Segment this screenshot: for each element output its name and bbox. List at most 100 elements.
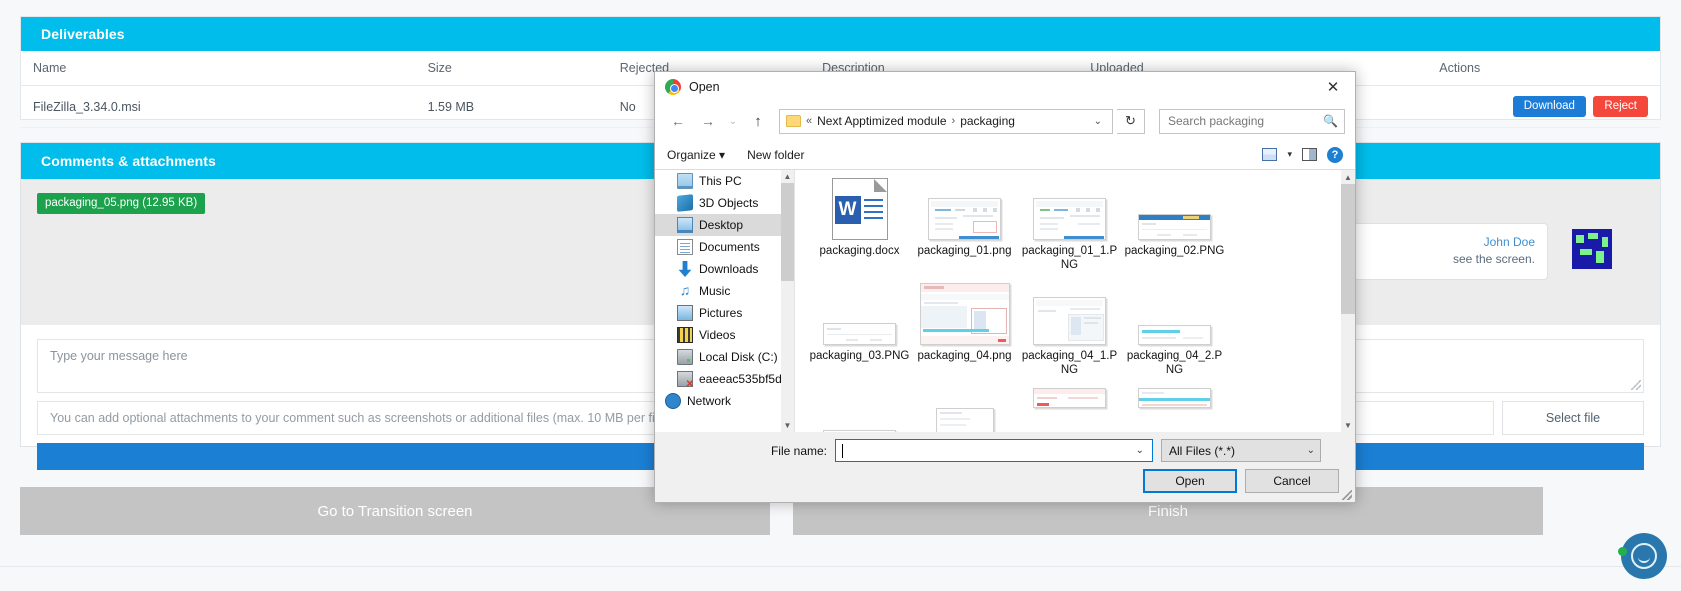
image-thumbnail xyxy=(1033,297,1106,345)
nav-label: This PC xyxy=(699,174,742,188)
file-list-pane[interactable]: W packaging.docx packaging_01.png packag… xyxy=(795,170,1355,432)
nav-item-downloads[interactable]: Downloads xyxy=(655,258,794,280)
dialog-toolbar: Organize ▾ New folder ▾ ? xyxy=(655,140,1355,170)
nav-label: Music xyxy=(699,284,731,298)
up-one-level-icon[interactable]: ↑ xyxy=(745,109,771,133)
nav-item-network-drive[interactable]: eaeeac535bf5d8 xyxy=(655,368,794,390)
nav-item-3d-objects[interactable]: 3D Objects xyxy=(655,192,794,214)
image-thumbnail xyxy=(1138,214,1211,240)
nav-item-this-pc[interactable]: This PC xyxy=(655,170,794,192)
resize-grip-icon[interactable] xyxy=(1342,490,1352,500)
address-breadcrumb-bar[interactable]: « Next Apptimized module › packaging ⌄ xyxy=(779,108,1113,134)
scroll-up-icon[interactable]: ▲ xyxy=(1341,170,1355,184)
nav-item-local-disk[interactable]: Local Disk (C:) xyxy=(655,346,794,368)
preview-pane-icon[interactable] xyxy=(1302,148,1317,161)
file-name: packaging_04_2.PNG xyxy=(1126,350,1223,377)
breadcrumb-item-1[interactable]: packaging xyxy=(960,114,1015,128)
smiley-icon xyxy=(1631,543,1657,569)
text-caret xyxy=(842,443,843,458)
file-item[interactable]: packaging_03.PNG xyxy=(807,283,912,384)
chevron-down-icon[interactable]: ⌄ xyxy=(1136,445,1148,456)
select-file-button[interactable]: Select file xyxy=(1502,401,1644,435)
nav-item-documents[interactable]: Documents xyxy=(655,236,794,258)
chrome-icon xyxy=(665,79,681,95)
folder-icon xyxy=(786,115,801,127)
nav-item-desktop[interactable]: Desktop xyxy=(655,214,794,236)
scroll-down-icon[interactable]: ▼ xyxy=(1341,418,1355,432)
navigation-pane-scrollbar[interactable]: ▲ ▼ xyxy=(781,170,794,432)
file-list-scrollbar[interactable]: ▲ ▼ xyxy=(1341,170,1355,432)
back-icon[interactable]: ← xyxy=(665,109,691,133)
resize-grip-icon[interactable] xyxy=(1631,380,1641,390)
scrollbar-thumb[interactable] xyxy=(781,183,794,281)
nav-item-music[interactable]: ♫ Music xyxy=(655,280,794,302)
recent-locations-icon[interactable]: ⌄ xyxy=(725,109,741,133)
file-name: packaging_02.PNG xyxy=(1124,245,1225,257)
scroll-down-icon[interactable]: ▼ xyxy=(781,419,794,432)
file-name: packaging_01.png xyxy=(917,245,1012,257)
file-item[interactable]: packaging_04.png xyxy=(912,283,1017,384)
dialog-body: This PC 3D Objects Desktop Documents Dow… xyxy=(655,170,1355,432)
search-input[interactable]: Search packaging 🔍 xyxy=(1159,108,1345,134)
cancel-button[interactable]: Cancel xyxy=(1245,469,1339,493)
thumbnail xyxy=(1122,283,1227,345)
file-name-label: File name: xyxy=(770,443,827,458)
nav-item-network[interactable]: Network xyxy=(655,390,794,412)
file-item[interactable]: packaging_04_3.PNG xyxy=(807,388,912,432)
nav-item-videos[interactable]: Videos xyxy=(655,324,794,346)
chevron-down-icon[interactable]: ▾ xyxy=(1287,149,1292,160)
nav-label: Network xyxy=(687,394,732,408)
file-type-filter-select[interactable]: All Files (*.*) ⌄ xyxy=(1161,439,1321,462)
nav-label: Documents xyxy=(699,240,760,254)
file-item[interactable]: packaging_02.PNG xyxy=(1122,178,1227,279)
file-name: packaging_01_1.PNG xyxy=(1021,245,1118,272)
downloads-icon xyxy=(678,261,692,277)
file-name-input[interactable]: ⌄ xyxy=(835,439,1153,462)
support-chat-button[interactable] xyxy=(1618,533,1667,579)
file-item[interactable]: packaging_05.png xyxy=(912,388,1017,432)
deliverables-title: Deliverables xyxy=(21,17,1660,51)
help-icon[interactable]: ? xyxy=(1327,146,1343,163)
file-item[interactable]: packaging_01.png xyxy=(912,178,1017,279)
thumbnail xyxy=(912,283,1017,345)
word-document-icon: W xyxy=(831,178,888,240)
3d-objects-icon xyxy=(677,194,693,212)
image-thumbnail xyxy=(919,283,1010,345)
dialog-title: Open xyxy=(689,80,720,94)
network-drive-icon xyxy=(677,371,694,390)
reject-button[interactable]: Reject xyxy=(1593,96,1648,117)
thumbnail xyxy=(1017,283,1122,345)
dialog-titlebar[interactable]: Open ✕ xyxy=(655,72,1355,102)
thumbnail xyxy=(912,388,1017,432)
breadcrumb-item-0[interactable]: Next Apptimized module xyxy=(817,114,946,128)
scrollbar-thumb[interactable] xyxy=(1341,184,1355,314)
image-thumbnail xyxy=(823,323,896,345)
breadcrumb-overflow-icon[interactable]: « xyxy=(806,115,812,127)
file-item[interactable] xyxy=(1122,388,1227,412)
search-placeholder: Search packaging xyxy=(1168,114,1265,128)
file-item[interactable]: packaging_01_1.PNG xyxy=(1017,178,1122,279)
open-button[interactable]: Open xyxy=(1143,469,1237,493)
close-icon[interactable]: ✕ xyxy=(1311,72,1355,102)
message-placeholder: Type your message here xyxy=(50,349,188,363)
scroll-up-icon[interactable]: ▲ xyxy=(781,170,794,183)
file-item[interactable]: W packaging.docx xyxy=(807,178,912,279)
organize-button[interactable]: Organize ▾ xyxy=(667,148,725,162)
download-button[interactable]: Download xyxy=(1512,96,1586,117)
refresh-icon[interactable]: ↻ xyxy=(1117,108,1145,134)
file-item[interactable]: packaging_04_1.PNG xyxy=(1017,283,1122,384)
thumbnail xyxy=(1122,388,1227,412)
dialog-navigation-bar: ← → ⌄ ↑ « Next Apptimized module › packa… xyxy=(655,102,1355,140)
forward-icon[interactable]: → xyxy=(695,109,721,133)
nav-label: Pictures xyxy=(699,306,743,320)
attachment-chip[interactable]: packaging_05.png (12.95 KB) xyxy=(37,193,206,214)
new-folder-button[interactable]: New folder xyxy=(747,148,804,162)
column-header-size: Size xyxy=(415,51,608,86)
cell-size: 1.59 MB xyxy=(415,85,608,128)
file-item[interactable]: packaging_04_2.PNG xyxy=(1122,283,1227,384)
file-item[interactable] xyxy=(1017,388,1122,412)
chevron-down-icon[interactable]: ⌄ xyxy=(1088,116,1108,127)
navigation-pane: This PC 3D Objects Desktop Documents Dow… xyxy=(655,170,795,432)
change-view-icon[interactable] xyxy=(1262,148,1278,161)
nav-item-pictures[interactable]: Pictures xyxy=(655,302,794,324)
